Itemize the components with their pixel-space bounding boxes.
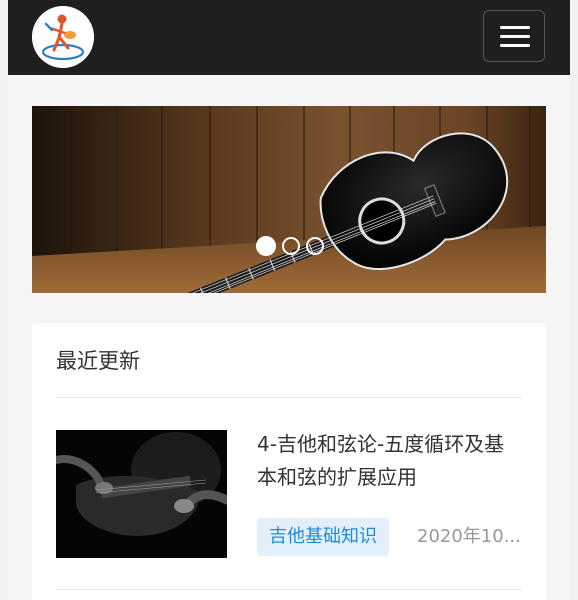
hamburger-menu-icon [500, 26, 530, 29]
top-navbar [8, 0, 570, 75]
acoustic-guitar-on-wood-photo [32, 106, 546, 293]
post-thumbnail[interactable] [56, 430, 227, 558]
carousel-dot-2[interactable] [282, 237, 300, 255]
page-frame: 最近更新 4-吉他和弦论-五度循环及基本和弦的扩展应用 吉他基础知识 2020年… [8, 0, 570, 600]
recent-updates-card: 最近更新 4-吉他和弦论-五度循环及基本和弦的扩展应用 吉他基础知识 2020年… [32, 323, 546, 600]
menu-toggle-button[interactable] [483, 10, 545, 62]
guitarist-photo [56, 430, 227, 558]
category-tag[interactable]: 吉他基础知识 [257, 518, 389, 556]
post-divider [56, 589, 522, 590]
section-title: 最近更新 [56, 349, 140, 373]
section-divider [56, 397, 522, 398]
carousel-dot-1[interactable] [256, 236, 276, 256]
post-date: 2020年10... [417, 526, 521, 547]
carousel-dot-3[interactable] [306, 237, 324, 255]
hamburger-menu-icon [500, 35, 530, 38]
site-logo[interactable] [32, 6, 94, 68]
hero-carousel[interactable] [32, 106, 546, 293]
guitar-player-logo-icon [32, 6, 94, 68]
hamburger-menu-icon [500, 44, 530, 47]
post-title-link[interactable]: 4-吉他和弦论-五度循环及基本和弦的扩展应用 [257, 428, 517, 494]
